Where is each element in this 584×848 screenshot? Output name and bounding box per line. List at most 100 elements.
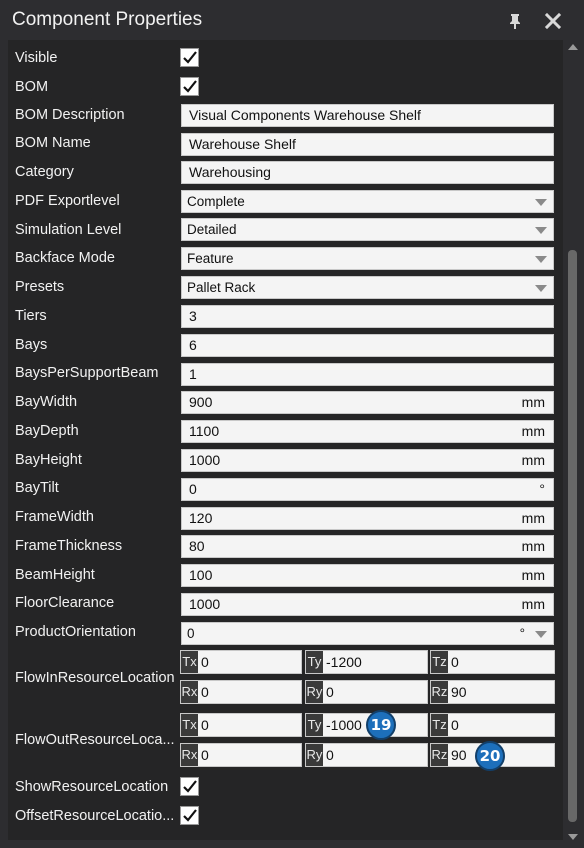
offset-resource-location-checkbox[interactable] xyxy=(180,806,199,825)
bay-height-label: BayHeight xyxy=(15,452,82,468)
row-bay-tilt: BayTilt 0 ° xyxy=(8,478,563,508)
row-bom-name: BOM Name Warehouse Shelf xyxy=(8,131,563,160)
row-backface-mode: Backface Mode Feature xyxy=(8,247,563,276)
flow-in-label: FlowInResourceLocation xyxy=(15,670,175,686)
row-show-resource-location: ShowResourceLocation xyxy=(8,776,563,805)
chevron-down-icon xyxy=(535,199,547,206)
bay-height-field[interactable]: 1000 mm xyxy=(181,449,554,472)
row-bay-height: BayHeight 1000 mm xyxy=(8,449,563,479)
row-offset-resource-location: OffsetResourceLocatio... xyxy=(8,805,563,834)
show-resource-location-label: ShowResourceLocation xyxy=(15,779,169,795)
tiers-label: Tiers xyxy=(15,308,47,324)
bay-width-label: BayWidth xyxy=(15,394,78,410)
row-frame-width: FrameWidth 120 mm xyxy=(8,507,563,537)
row-visible: Visible xyxy=(8,44,563,73)
frame-thickness-field[interactable]: 80 mm xyxy=(181,535,554,558)
category-label: Category xyxy=(15,164,74,180)
bom-name-label: BOM Name xyxy=(15,135,91,151)
bay-tilt-field[interactable]: 0 ° xyxy=(181,478,554,501)
scroll-down-icon[interactable] xyxy=(568,834,578,840)
presets-dropdown[interactable]: Pallet Rack xyxy=(181,276,554,299)
flow-out-rx[interactable]: Rx 0 xyxy=(180,743,302,767)
scroll-up-icon[interactable] xyxy=(568,44,578,50)
checkmark-icon xyxy=(183,809,197,822)
close-icon[interactable] xyxy=(544,12,562,30)
bay-depth-field[interactable]: 1100 mm xyxy=(181,420,554,443)
row-bays: Bays 6 xyxy=(8,334,563,363)
chevron-down-icon xyxy=(535,631,547,638)
frame-thickness-label: FrameThickness xyxy=(15,538,123,554)
flow-in-ry[interactable]: Ry 0 xyxy=(305,680,428,704)
bays-field[interactable]: 6 xyxy=(181,334,554,357)
offset-resource-location-label: OffsetResourceLocatio... xyxy=(15,808,175,824)
row-pdf-exportlevel: PDF Exportlevel Complete xyxy=(8,189,563,218)
bom-checkbox[interactable] xyxy=(180,77,199,96)
vertical-scrollbar[interactable] xyxy=(565,40,580,846)
row-bay-width: BayWidth 900 mm xyxy=(8,391,563,421)
bays-per-support-beam-field[interactable]: 1 xyxy=(181,363,554,386)
frame-width-field[interactable]: 120 mm xyxy=(181,507,554,530)
frame-width-label: FrameWidth xyxy=(15,509,94,525)
row-bays-per-support-beam: BaysPerSupportBeam 1 xyxy=(8,363,563,392)
bom-name-field[interactable]: Warehouse Shelf xyxy=(181,133,554,156)
pdf-exportlevel-dropdown[interactable]: Complete xyxy=(181,190,554,213)
flow-out-tz[interactable]: Tz 0 xyxy=(430,713,555,737)
tiers-field[interactable]: 3 xyxy=(181,305,554,328)
row-category: Category Warehousing xyxy=(8,160,563,189)
backface-mode-dropdown[interactable]: Feature xyxy=(181,247,554,270)
row-bay-depth: BayDepth 1100 mm xyxy=(8,420,563,450)
row-tiers: Tiers 3 xyxy=(8,305,563,334)
flow-in-rx[interactable]: Rx 0 xyxy=(180,680,302,704)
flow-in-tx[interactable]: Tx 0 xyxy=(180,650,302,674)
row-product-orientation: ProductOrientation 0 ° xyxy=(8,622,563,653)
bom-label: BOM xyxy=(15,79,49,95)
checkmark-icon xyxy=(183,51,197,64)
checkmark-icon xyxy=(183,780,197,793)
product-orientation-label: ProductOrientation xyxy=(15,624,136,640)
annotation-badge-19: 19 xyxy=(366,710,396,740)
row-floor-clearance: FloorClearance 1000 mm xyxy=(8,593,563,624)
floor-clearance-label: FloorClearance xyxy=(15,595,115,611)
simulation-level-label: Simulation Level xyxy=(15,222,122,238)
beam-height-label: BeamHeight xyxy=(15,567,95,583)
bays-label: Bays xyxy=(15,337,48,353)
category-field[interactable]: Warehousing xyxy=(181,161,554,184)
checkmark-icon xyxy=(183,80,197,93)
row-bom-description: BOM Description Visual Components Wareho… xyxy=(8,102,563,131)
pin-icon[interactable] xyxy=(506,12,524,30)
backface-mode-label: Backface Mode xyxy=(15,250,115,266)
component-properties-panel: Component Properties Visible BOM BOM Des… xyxy=(0,0,584,848)
row-frame-thickness: FrameThickness 80 mm xyxy=(8,535,563,566)
bays-per-support-beam-label: BaysPerSupportBeam xyxy=(15,365,159,381)
scrollbar-thumb[interactable] xyxy=(568,250,577,822)
title-bar: Component Properties xyxy=(0,0,584,40)
row-simulation-level: Simulation Level Detailed xyxy=(8,218,563,247)
flow-out-label: FlowOutResourceLoca... xyxy=(15,732,175,748)
flow-out-ry[interactable]: Ry 0 xyxy=(305,743,428,767)
bay-tilt-label: BayTilt xyxy=(15,480,59,496)
visible-label: Visible xyxy=(15,50,58,66)
flow-out-tx[interactable]: Tx 0 xyxy=(180,713,302,737)
simulation-level-dropdown[interactable]: Detailed xyxy=(181,218,554,241)
flow-in-ty[interactable]: Ty -1200 xyxy=(305,650,428,674)
bom-description-field[interactable]: Visual Components Warehouse Shelf xyxy=(181,104,554,127)
beam-height-field[interactable]: 100 mm xyxy=(181,564,554,587)
panel-title: Component Properties xyxy=(12,9,203,30)
bay-depth-label: BayDepth xyxy=(15,423,79,439)
properties-list: Visible BOM BOM Description Visual Compo… xyxy=(8,40,563,840)
chevron-down-icon xyxy=(535,256,547,263)
flow-in-tz[interactable]: Tz 0 xyxy=(430,650,555,674)
flow-in-rz[interactable]: Rz 90 xyxy=(430,680,555,704)
chevron-down-icon xyxy=(535,227,547,234)
floor-clearance-field[interactable]: 1000 mm xyxy=(181,593,554,616)
show-resource-location-checkbox[interactable] xyxy=(180,777,199,796)
row-bom: BOM xyxy=(8,73,563,102)
bay-width-field[interactable]: 900 mm xyxy=(181,391,554,414)
visible-checkbox[interactable] xyxy=(180,48,199,67)
annotation-badge-20: 20 xyxy=(475,741,505,771)
product-orientation-dropdown[interactable]: 0 ° xyxy=(181,622,554,645)
presets-label: Presets xyxy=(15,279,65,295)
row-beam-height: BeamHeight 100 mm xyxy=(8,564,563,595)
bom-description-label: BOM Description xyxy=(15,107,125,123)
chevron-down-icon xyxy=(535,285,547,292)
